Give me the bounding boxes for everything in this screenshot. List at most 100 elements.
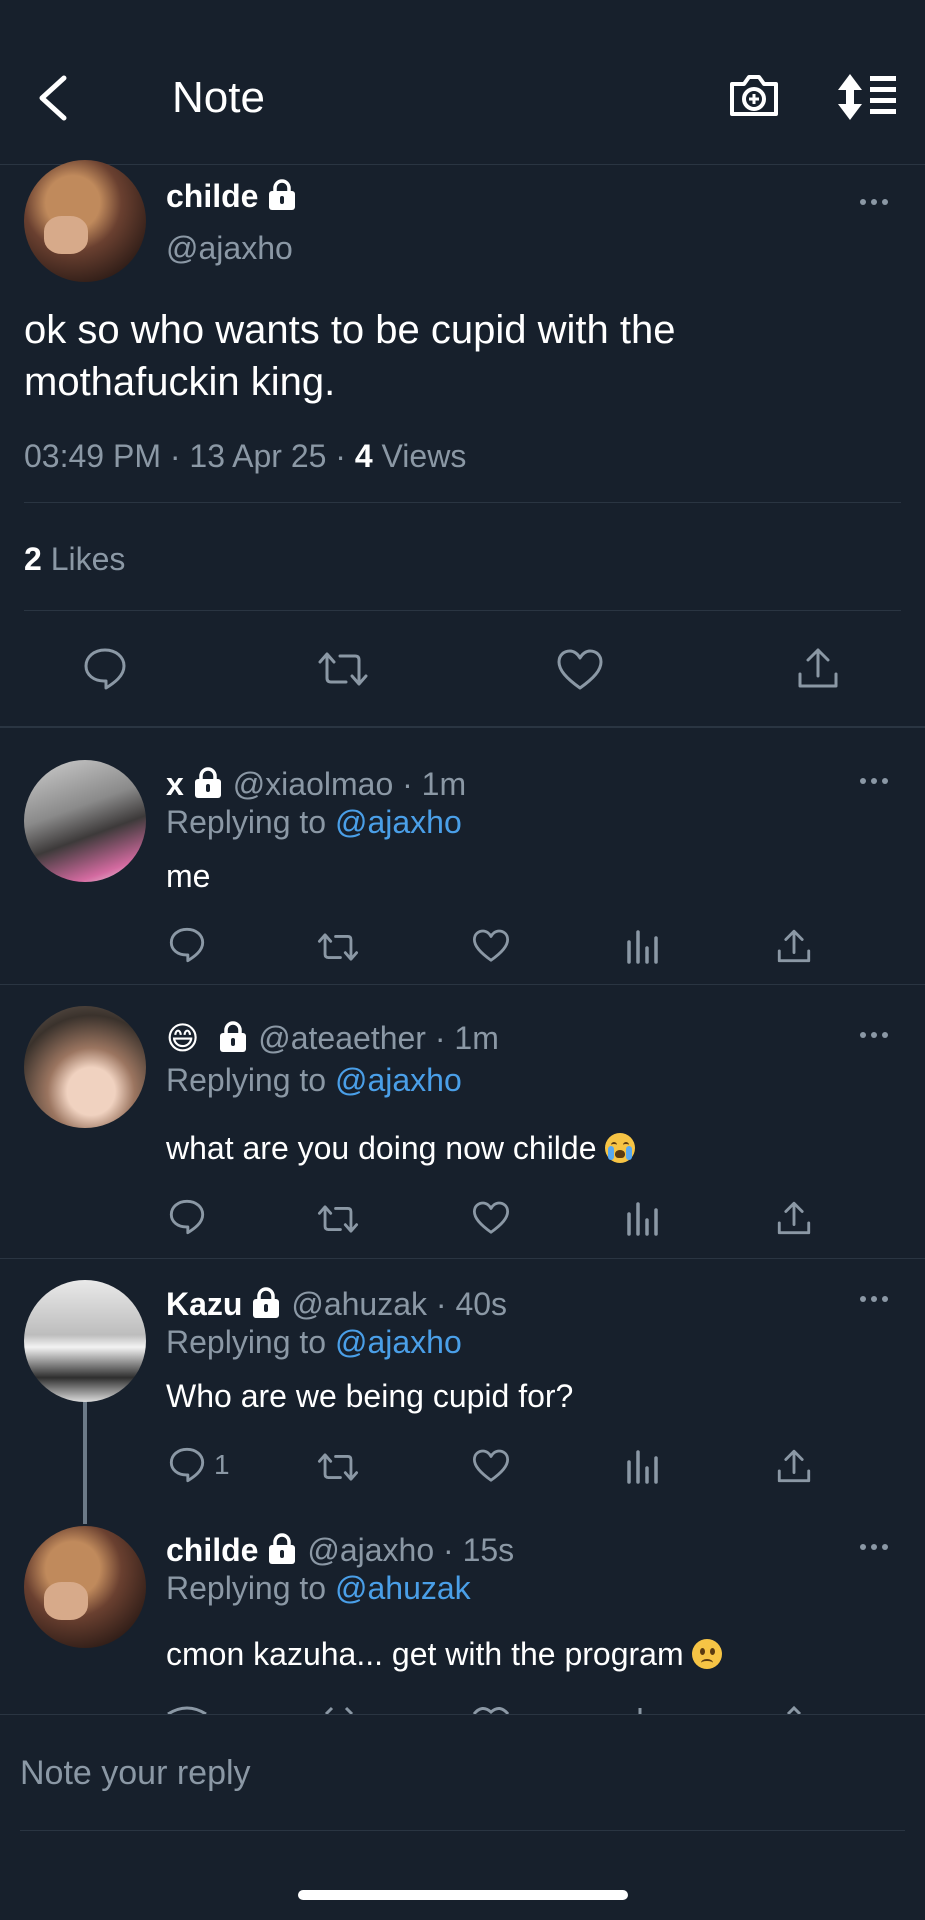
home-indicator — [298, 1890, 628, 1900]
crying-face-icon — [605, 1133, 636, 1163]
lock-icon — [250, 1286, 282, 1327]
camera-add-button[interactable] — [728, 70, 780, 120]
share-icon — [777, 929, 811, 963]
replying-to-label: Replying to — [166, 804, 327, 840]
replying-to-label: Replying to — [166, 1062, 327, 1098]
reply-text: me — [166, 858, 211, 894]
thread-line — [83, 1400, 87, 1524]
bar-chart-icon — [627, 930, 658, 964]
share-icon — [777, 1201, 811, 1235]
reply-text: Who are we being cupid for? — [166, 1378, 574, 1414]
back-button[interactable] — [30, 70, 74, 126]
analytics-button[interactable] — [626, 1200, 660, 1236]
reply-button[interactable] — [168, 926, 206, 964]
reply-count: 1 — [214, 1449, 230, 1480]
like-button[interactable] — [472, 1448, 510, 1484]
repost-icon — [318, 652, 368, 686]
bar-chart-icon — [627, 1450, 658, 1484]
lock-icon — [192, 766, 224, 807]
timestamp: 15s — [462, 1532, 515, 1568]
display-name[interactable]: childe — [166, 178, 258, 214]
note-meta: 03:49 PM · 13 Apr 25 · 4 Views — [24, 438, 467, 474]
more-options-icon[interactable] — [860, 1030, 896, 1040]
avatar[interactable] — [24, 760, 146, 882]
avatar[interactable] — [24, 1280, 146, 1402]
section-divider — [0, 984, 925, 985]
sort-button[interactable] — [836, 72, 898, 122]
sort-list-icon — [838, 74, 896, 120]
repost-icon — [317, 933, 359, 961]
lock-icon — [266, 1532, 298, 1573]
replying-to-handle[interactable]: @ajaxho — [335, 1062, 462, 1098]
display-name[interactable]: x — [166, 766, 184, 802]
reply-button[interactable] — [82, 646, 128, 692]
replying-to-handle[interactable]: @ajaxho — [335, 1324, 462, 1360]
section-divider — [0, 1258, 925, 1259]
section-divider — [0, 726, 925, 728]
like-button[interactable] — [556, 648, 604, 692]
handle[interactable]: @ajaxho — [307, 1532, 434, 1568]
display-name[interactable]: Kazu — [166, 1286, 242, 1322]
comment-icon — [169, 1199, 205, 1235]
replying-to-label: Replying to — [166, 1324, 327, 1360]
analytics-button[interactable] — [626, 928, 660, 964]
repost-button[interactable] — [316, 1202, 360, 1236]
share-button[interactable] — [776, 928, 812, 964]
repost-icon — [317, 1453, 359, 1481]
reply-input[interactable]: Note your reply — [20, 1750, 900, 1796]
comment-icon — [84, 648, 126, 690]
reply-button[interactable] — [168, 1446, 206, 1484]
replying-to-label: Replying to — [166, 1570, 327, 1606]
views-label: Views — [381, 438, 467, 474]
timestamp: 40s — [455, 1286, 508, 1322]
heart-icon — [472, 1449, 510, 1482]
lock-icon — [217, 1020, 249, 1061]
handle[interactable]: @ajaxho — [166, 228, 293, 268]
composer-bar: Note your reply — [0, 1714, 925, 1920]
share-icon — [798, 648, 838, 688]
chevron-left-icon — [39, 75, 67, 121]
likes-stat[interactable]: 2 Likes — [24, 538, 125, 580]
note-text: ok so who wants to be cupid with the mot… — [24, 308, 676, 404]
analytics-button[interactable] — [626, 1448, 660, 1484]
reply-text: what are you doing now childe — [166, 1130, 597, 1166]
share-icon — [777, 1449, 811, 1483]
replying-to-handle[interactable]: @ajaxho — [335, 804, 462, 840]
repost-button[interactable] — [316, 1450, 360, 1484]
timestamp: 1m — [454, 1020, 499, 1056]
share-button[interactable] — [796, 646, 840, 690]
views-count: 4 — [354, 438, 373, 474]
avatar[interactable] — [24, 160, 146, 282]
more-options-icon[interactable] — [860, 1542, 896, 1552]
more-options-icon[interactable] — [860, 1294, 896, 1304]
handle[interactable]: @ahuzak — [291, 1286, 427, 1322]
likes-label: Likes — [50, 541, 126, 577]
display-name[interactable]: childe — [166, 1532, 258, 1568]
like-button[interactable] — [472, 928, 510, 964]
comment-icon — [169, 1447, 205, 1483]
header-divider — [0, 164, 925, 165]
heart-icon — [557, 649, 603, 690]
lock-icon — [266, 178, 298, 219]
handle[interactable]: @xiaolmao — [233, 766, 394, 802]
confused-face-icon — [692, 1639, 723, 1669]
more-options-icon[interactable] — [860, 776, 896, 786]
avatar[interactable] — [24, 1006, 146, 1128]
avatar[interactable] — [24, 1526, 146, 1648]
display-name[interactable]: 😄 — [166, 1020, 199, 1056]
replying-to-handle[interactable]: @ahuzak — [335, 1570, 471, 1606]
heart-icon — [472, 1201, 510, 1234]
reply-button[interactable] — [168, 1198, 206, 1236]
handle[interactable]: @ateaether — [258, 1020, 426, 1056]
note-time: 03:49 PM — [24, 438, 161, 474]
repost-button[interactable] — [316, 930, 360, 964]
repost-icon — [317, 1205, 359, 1233]
share-button[interactable] — [776, 1448, 812, 1484]
like-button[interactable] — [472, 1200, 510, 1236]
more-options-icon[interactable] — [860, 197, 896, 207]
share-button[interactable] — [776, 1200, 812, 1236]
likes-count: 2 — [24, 541, 42, 577]
comment-icon — [169, 927, 205, 963]
heart-icon — [472, 929, 510, 962]
repost-button[interactable] — [316, 648, 370, 690]
